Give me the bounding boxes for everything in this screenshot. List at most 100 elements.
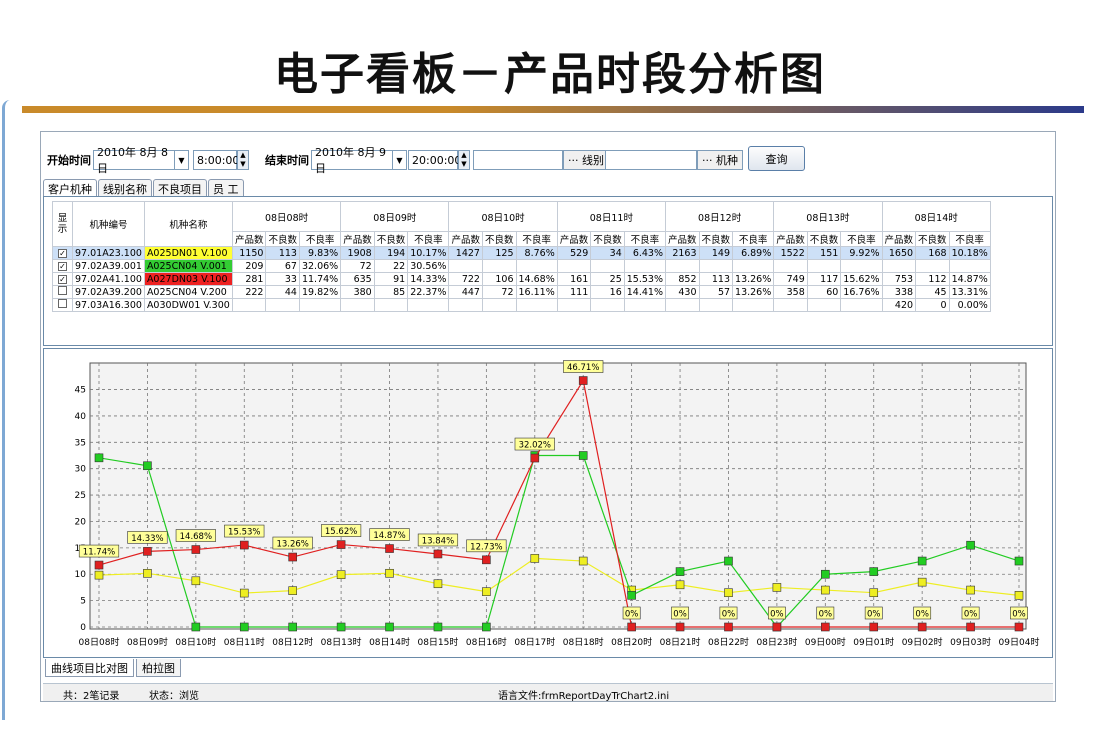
value-cell: 60 [806, 285, 842, 299]
col-header-period: 08日12时 [664, 201, 775, 232]
y-tick-label: 30 [75, 465, 87, 475]
value-cell: 85 [373, 285, 409, 299]
data-point [482, 587, 491, 596]
value-cell: 447 [448, 285, 483, 299]
data-point [530, 453, 540, 463]
model-name-cell: A025DN01 V.100 [143, 246, 233, 260]
show-checkbox[interactable]: ✓ [58, 261, 67, 271]
data-point [143, 461, 152, 471]
spin-up-icon: ▲ [461, 151, 467, 159]
start-date-field[interactable]: 2010年 8月 8日 [93, 146, 175, 175]
data-point [675, 580, 685, 590]
table-row[interactable]: 97.02A39.200 A025CN04 V.200 222 44 19.82% 380… [52, 285, 991, 299]
model-filter-input[interactable] [605, 150, 697, 170]
show-checkbox[interactable]: ✓ [58, 248, 67, 258]
value-cell: 67 [265, 259, 300, 273]
value-cell: 13.31% [948, 285, 991, 299]
model-code-cell: 97.03A16.300 [72, 298, 145, 312]
data-point [191, 545, 201, 554]
show-checkbox[interactable] [58, 286, 67, 295]
x-tick-label: 08日18时 [563, 636, 604, 648]
value-cell: 13.26% [732, 272, 775, 286]
data-point [966, 585, 975, 595]
data-point [917, 556, 927, 566]
show-checkbox-cell[interactable]: ✓ [52, 246, 73, 260]
data-label: 0% [964, 610, 978, 620]
col-subheader: 产品数 [665, 231, 700, 247]
value-cell: 10.17% [407, 246, 450, 260]
chevron-down-icon: ▼ [396, 155, 403, 165]
data-point [288, 622, 297, 632]
end-date-dropdown[interactable]: ▼ [393, 150, 407, 170]
col-subheader: 不良率 [407, 231, 450, 247]
value-cell: 112 [915, 272, 950, 286]
data-grid: 显示 机种编号 机种名称 08日08时 08日09时 08日10时 08日11时 08日12时… [52, 201, 991, 312]
data-label: 0% [1012, 610, 1026, 620]
data-label: 46.71% [567, 363, 599, 373]
data-point [191, 622, 201, 632]
col-header-period: 08日11时 [556, 201, 667, 232]
value-cell: 6.89% [732, 246, 775, 260]
y-tick-label: 0 [80, 623, 86, 633]
value-cell: 852 [665, 272, 700, 286]
show-checkbox-cell[interactable] [52, 298, 73, 312]
slide: 电子看板－产品时段分析图 开始时间 2010年 8月 8日 ▼ 8:00:00 … [0, 0, 1100, 750]
x-tick-label: 09日01时 [853, 636, 894, 648]
x-tick-label: 08日17时 [514, 636, 555, 648]
table-row[interactable]: 97.03A16.300 A030DW01 V.300 420 0 0.00% [52, 298, 991, 312]
value-cell [732, 259, 775, 273]
value-cell [806, 259, 842, 273]
table-row[interactable]: ✓ 97.01A23.100 A025DN01 V.100 1150 113 9.83% 1… [52, 246, 991, 260]
model-code-cell: 97.02A41.100 [72, 272, 145, 286]
data-label: 0% [819, 610, 833, 620]
value-cell [773, 298, 808, 312]
data-label: 15.62% [325, 527, 357, 537]
value-cell: 16.11% [515, 285, 558, 299]
data-point [772, 622, 782, 632]
value-cell: 380 [340, 285, 375, 299]
table-row[interactable]: ✓ 97.02A41.100 A027DN03 V.100 281 33 11.74% 63… [52, 272, 991, 286]
value-cell [556, 259, 592, 273]
value-cell: 30.56% [407, 259, 450, 273]
show-checkbox-cell[interactable] [52, 285, 73, 299]
data-label: 14.87% [373, 531, 405, 541]
model-select-button[interactable]: ··· 机种 [697, 150, 743, 170]
col-subheader: 产品数 [556, 231, 592, 247]
end-date-field[interactable]: 2010年 8月 9日 [311, 146, 393, 175]
show-checkbox-cell[interactable]: ✓ [52, 259, 73, 273]
show-checkbox-cell[interactable]: ✓ [52, 272, 73, 286]
show-checkbox[interactable] [58, 299, 67, 308]
end-time-spinner[interactable]: ▲ ▼ [458, 150, 470, 170]
data-label: 0% [673, 610, 687, 620]
tab-curve-compare[interactable]: 曲线项目比对图 [45, 659, 134, 677]
start-date-dropdown[interactable]: ▼ [175, 150, 189, 170]
data-point [1014, 622, 1024, 632]
slide-title: 电子看板－产品时段分析图 [274, 49, 826, 100]
line-select-button[interactable]: ··· 线别 [563, 150, 609, 170]
tab-defect-item[interactable]: 不良项目 [153, 179, 207, 196]
data-point [578, 556, 588, 566]
end-time-field[interactable]: 20:00:00 [408, 150, 461, 170]
value-cell: 753 [881, 272, 917, 286]
data-point [1014, 556, 1024, 566]
value-cell: 2163 [665, 246, 700, 260]
show-checkbox[interactable]: ✓ [58, 274, 67, 284]
tab-pareto[interactable]: 柏拉图 [136, 659, 181, 677]
y-tick-label: 5 [80, 597, 86, 607]
tab-employee[interactable]: 员 工 [208, 179, 244, 196]
value-cell [840, 298, 883, 312]
tab-line-name[interactable]: 线别名称 [98, 179, 152, 196]
line-filter-input[interactable] [473, 150, 563, 170]
table-row[interactable]: ✓ 97.02A39.001 A025CN04 V.001 209 67 32.06% 72… [52, 259, 991, 273]
value-cell: 57 [698, 285, 734, 299]
start-time-field[interactable]: 8:00:00 [193, 150, 239, 170]
query-button[interactable]: 查询 [748, 146, 805, 171]
tab-customer-model[interactable]: 客户机种 [43, 179, 97, 196]
start-time-spinner[interactable]: ▲ ▼ [237, 150, 249, 170]
x-tick-label: 09日02时 [902, 636, 943, 648]
x-tick-label: 08日13时 [321, 636, 362, 648]
top-tab-strip: 客户机种 线别名称 不良项目 员 工 [43, 179, 245, 196]
x-tick-label: 09日03时 [950, 636, 991, 648]
value-cell: 125 [481, 246, 517, 260]
value-cell [373, 298, 409, 312]
